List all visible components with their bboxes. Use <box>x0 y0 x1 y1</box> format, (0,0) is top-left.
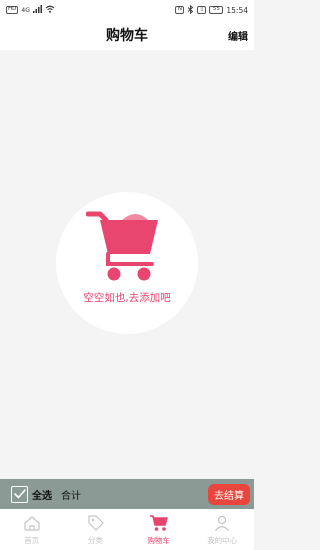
edit-button[interactable]: 编辑 <box>228 28 248 43</box>
tag-icon <box>85 514 105 532</box>
header: 购物车 编辑 <box>0 20 254 50</box>
tab-category-label: 分类 <box>87 536 103 545</box>
status-bar: HD 4G N ▯ 55 15:54 <box>0 0 254 20</box>
check-icon <box>13 489 26 499</box>
signal-label: 4G <box>21 6 30 14</box>
clock: 15:54 <box>226 5 248 15</box>
select-all-label: 全选 <box>32 490 52 502</box>
tab-profile-label: 我的中心 <box>207 536 238 545</box>
wifi-icon <box>45 5 55 15</box>
vibrate-icon: ▯ <box>197 6 207 14</box>
checkout-button[interactable]: 去结算 <box>208 484 250 505</box>
bluetooth-icon <box>187 4 194 16</box>
empty-cart-icon <box>85 206 170 288</box>
tab-home[interactable]: 首页 <box>0 509 64 550</box>
tab-category[interactable]: 分类 <box>64 509 128 550</box>
total-label: 合计 <box>61 490 81 502</box>
empty-state: 空空如也,去添加吧 <box>56 192 198 334</box>
empty-message: 空空如也,去添加吧 <box>83 292 171 304</box>
select-all-checkbox[interactable] <box>11 485 28 503</box>
home-icon <box>22 514 42 532</box>
nfc-icon: N <box>175 6 185 14</box>
battery-icon: 55 <box>209 6 224 14</box>
user-icon <box>212 514 232 532</box>
hd-badge: HD <box>6 6 19 14</box>
cart-action-bar: 全选 合计 去结算 <box>0 479 254 509</box>
signal-icon <box>32 5 42 15</box>
tab-profile[interactable]: 我的中心 <box>191 509 255 550</box>
page-title: 购物车 <box>106 28 148 44</box>
cart-icon <box>149 514 169 532</box>
tab-cart[interactable]: 购物车 <box>127 509 191 550</box>
status-left: HD 4G <box>6 5 55 15</box>
select-all-toggle[interactable]: 全选 <box>11 485 52 503</box>
status-right: N ▯ 55 15:54 <box>175 4 248 16</box>
tab-bar: 首页 分类 购物车 我的中心 <box>0 509 254 550</box>
tab-home-label: 首页 <box>24 536 40 545</box>
tab-cart-label: 购物车 <box>147 536 171 545</box>
